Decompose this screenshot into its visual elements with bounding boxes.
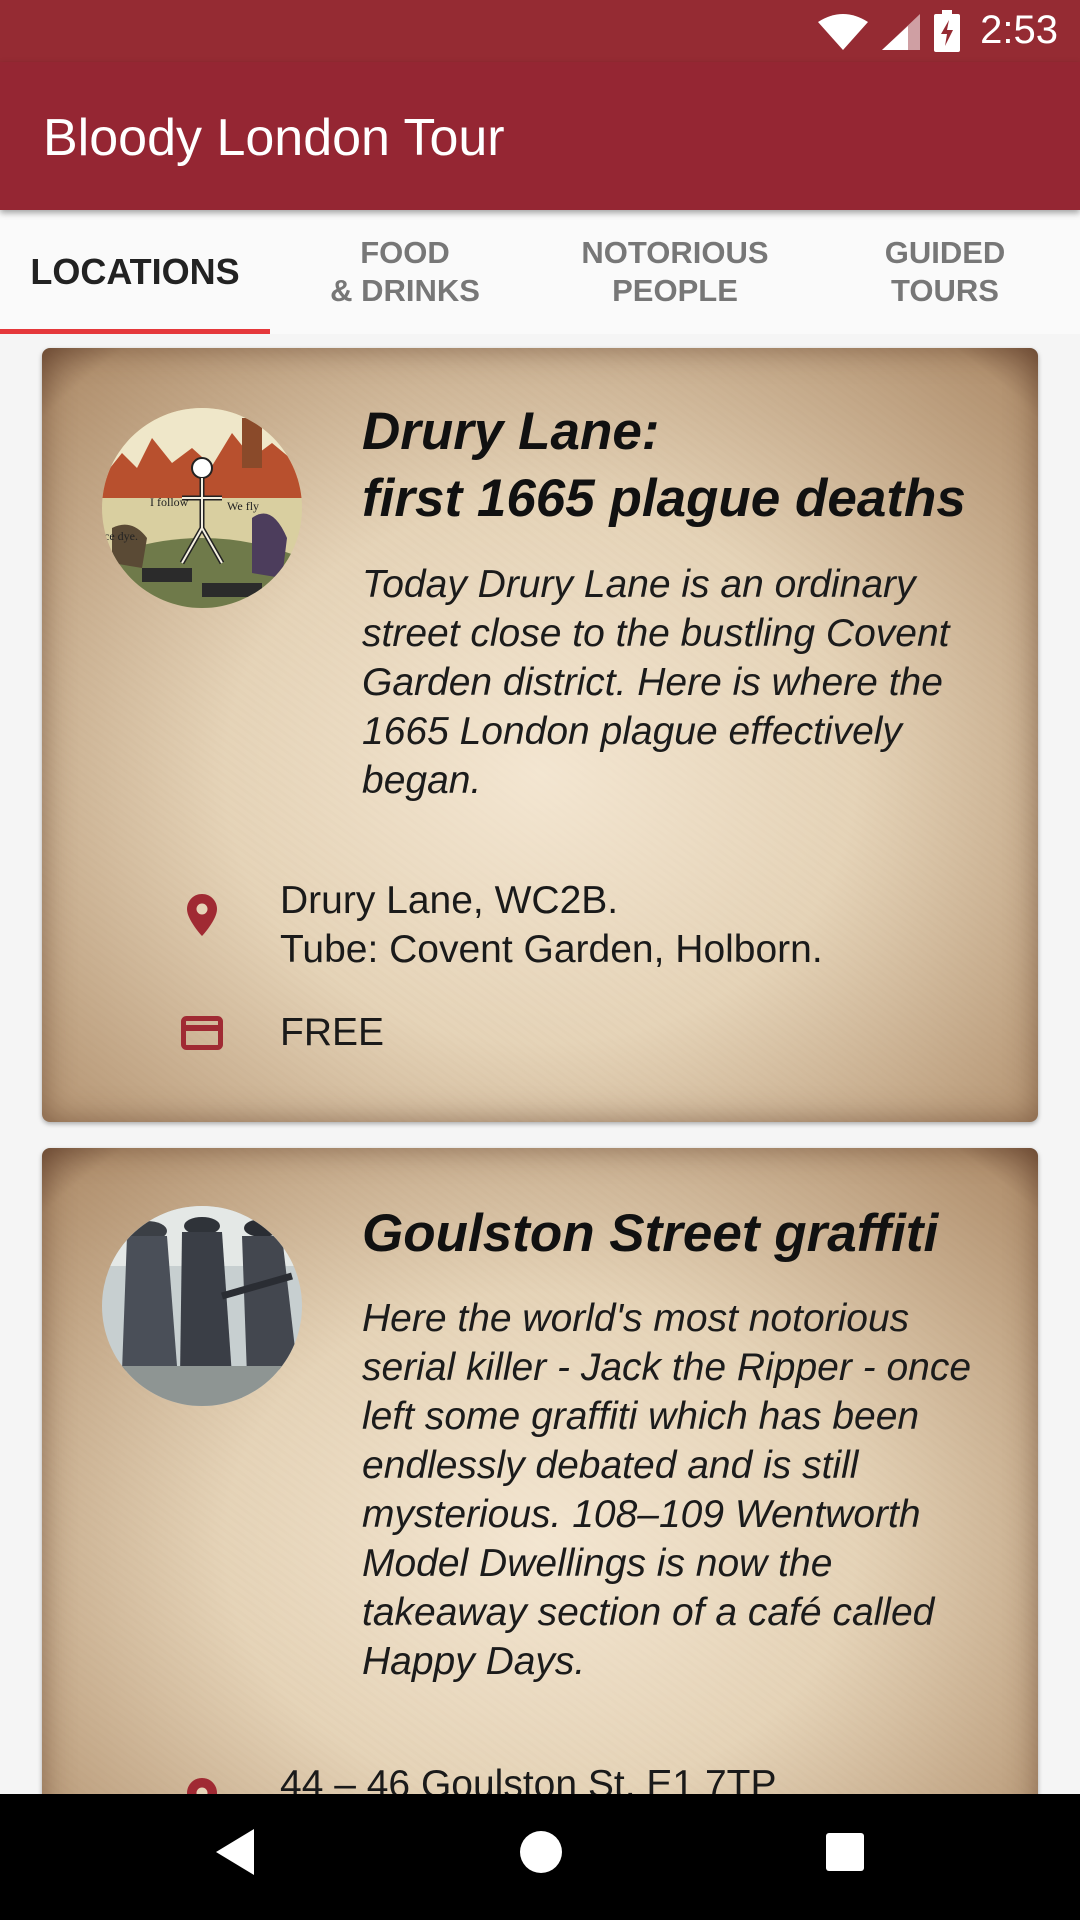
image-caption: I follow [150, 495, 189, 509]
location-pin-icon [187, 1778, 217, 1794]
price-row: FREE [172, 1008, 384, 1057]
address-row: 44 – 46 Goulston St, E1 7TP [172, 1760, 776, 1794]
image-caption: ce dye. [104, 529, 138, 543]
card-description: Today Drury Lane is an ordinary street c… [362, 563, 950, 802]
tab-guided-tours[interactable]: GUIDED TOURS [810, 210, 1080, 334]
battery-charging-icon [934, 10, 960, 52]
location-card[interactable]: Goulston Street graffiti Here the world'… [42, 1148, 1038, 1794]
card-description: Here the world's most notorious serial k… [362, 1297, 972, 1683]
address-text: Drury Lane, WC2B. Tube: Covent Garden, H… [280, 879, 823, 971]
back-icon[interactable] [214, 1827, 258, 1877]
cell-signal-icon [882, 14, 920, 50]
price-text: FREE [280, 1011, 385, 1054]
card-title: Drury Lane: first 1665 plague deaths [362, 402, 966, 528]
app-bar: Bloody London Tour [0, 62, 1080, 210]
home-icon[interactable] [519, 1827, 563, 1877]
credit-card-icon [181, 1016, 223, 1050]
status-time: 2:53 [980, 8, 1058, 52]
tab-bar: LOCATIONS FOOD & DRINKS NOTORIOUS PEOPLE… [0, 210, 1080, 334]
address-text: 44 – 46 Goulston St, E1 7TP [280, 1763, 777, 1794]
tab-locations[interactable]: LOCATIONS [0, 210, 270, 334]
image-caption: We fly [227, 499, 259, 513]
tab-notorious-people[interactable]: NOTORIOUS PEOPLE [540, 210, 810, 334]
app-title: Bloody London Tour [43, 109, 505, 167]
plague-woodcut-image: I follow We fly ce dye. [102, 408, 302, 608]
ripper-engraving-image [102, 1206, 302, 1406]
address-row: Drury Lane, WC2B. Tube: Covent Garden, H… [172, 876, 823, 974]
card-title: Goulston Street graffiti [362, 1204, 939, 1263]
system-navigation-bar [0, 1794, 1080, 1920]
location-card[interactable]: I follow We fly ce dye. Drury Lane: firs… [42, 348, 1038, 1122]
tab-food-drinks[interactable]: FOOD & DRINKS [270, 210, 540, 334]
status-bar: 2:53 [0, 0, 1080, 62]
wifi-icon [818, 14, 868, 50]
locations-list[interactable]: I follow We fly ce dye. Drury Lane: firs… [0, 334, 1080, 1794]
location-pin-icon [187, 894, 217, 936]
recents-icon[interactable] [823, 1827, 867, 1877]
